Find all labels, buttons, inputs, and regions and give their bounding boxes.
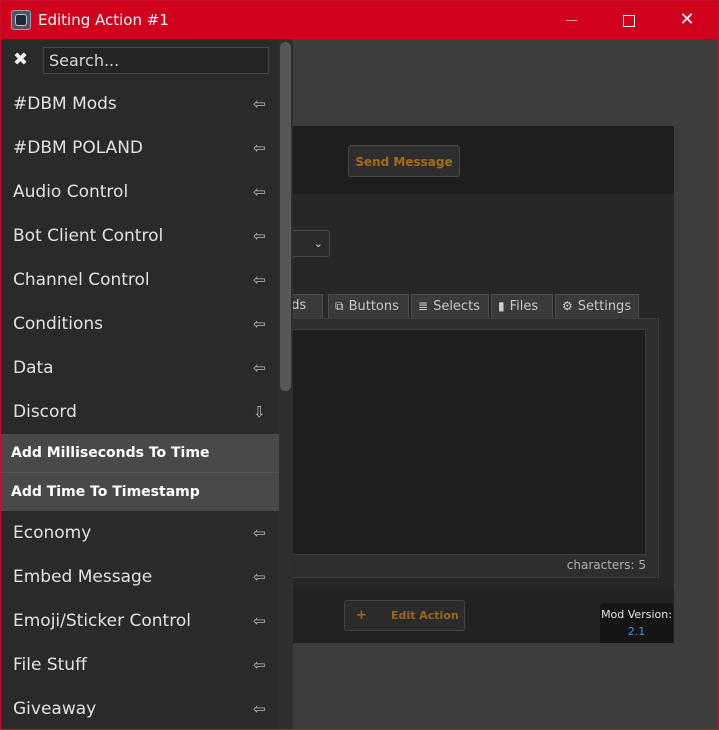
category-file-stuff[interactable]: File Stuff ⇦ (1, 644, 279, 688)
category-embed-message[interactable]: Embed Message ⇦ (1, 556, 279, 600)
category-label: Discord (13, 402, 77, 422)
arrow-left-icon: ⇦ (253, 315, 266, 333)
tab-settings[interactable]: ⚙ Settings (555, 294, 639, 318)
mod-version-label: Mod Version: (601, 608, 672, 621)
minimize-button[interactable] (542, 1, 600, 39)
edit-action-button[interactable]: + Edit Action (344, 600, 465, 631)
action-item-add-time-to-timestamp[interactable]: Add Time To Timestamp (1, 472, 279, 511)
dialog-footer: + Edit Action Mod Version: 2.1 (271, 588, 674, 643)
action-editor-dialog: Send Message ⌄ beds ⧉Buttons ≣Selects ▮F… (271, 126, 674, 643)
gear-icon: ⚙ (562, 299, 573, 313)
tab-label: Settings (577, 299, 632, 314)
arrow-left-icon: ⇦ (253, 359, 266, 377)
category-channel-control[interactable]: Channel Control ⇦ (1, 259, 279, 303)
category-label: Data (13, 358, 54, 378)
sidebar-scrollbar-thumb[interactable] (280, 42, 291, 391)
action-label: Add Time To Timestamp (11, 484, 200, 500)
tab-files[interactable]: ▮ Files (491, 294, 553, 318)
action-item-add-milliseconds[interactable]: Add Milliseconds To Time (1, 434, 279, 472)
category-data[interactable]: Data ⇦ (1, 347, 279, 391)
category-discord[interactable]: Discord ⇩ (1, 391, 279, 435)
category-dbm-mods[interactable]: #DBM Mods ⇦ (1, 83, 279, 127)
search-row: ✖ (1, 39, 279, 83)
character-count: characters: 5 (566, 558, 646, 572)
maximize-icon (623, 14, 635, 27)
send-message-button[interactable]: Send Message (348, 145, 460, 177)
category-label: Economy (13, 523, 92, 543)
category-label: Bot Client Control (13, 226, 164, 246)
app-icon (11, 10, 31, 30)
category-label: #DBM Mods (13, 94, 117, 114)
list-icon: ≣ (418, 299, 429, 313)
category-audio-control[interactable]: Audio Control ⇦ (1, 171, 279, 215)
minimize-icon (565, 20, 577, 21)
dialog-header: Send Message (271, 126, 674, 194)
close-button[interactable]: ✕ (658, 1, 716, 39)
action-label: Add Milliseconds To Time (11, 445, 210, 461)
file-icon: ▮ (498, 299, 505, 313)
message-textarea[interactable] (282, 329, 646, 555)
arrow-left-icon: ⇦ (253, 612, 266, 630)
mod-version-badge: Mod Version: 2.1 (600, 603, 673, 643)
category-giveaway[interactable]: Giveaway ⇦ (1, 688, 279, 729)
category-label: Audio Control (13, 182, 129, 202)
clear-search-icon[interactable]: ✖ (13, 49, 28, 70)
tab-label: Selects (433, 299, 480, 314)
window-title: Editing Action #1 (38, 11, 169, 29)
arrow-left-icon: ⇦ (253, 656, 266, 674)
close-icon: ✕ (679, 9, 695, 30)
action-category-sidebar: ✖ #DBM Mods ⇦ #DBM POLAND ⇦ Audio Control ⇦… (1, 39, 293, 729)
maximize-button[interactable] (600, 1, 658, 39)
category-emoji-sticker-control[interactable]: Emoji/Sticker Control ⇦ (1, 600, 279, 644)
category-conditions[interactable]: Conditions ⇦ (1, 303, 279, 347)
edit-action-label: Edit Action (391, 609, 459, 622)
arrow-left-icon: ⇦ (253, 524, 266, 542)
category-economy[interactable]: Economy ⇦ (1, 512, 279, 556)
category-label: File Stuff (13, 655, 87, 675)
category-bot-client-control[interactable]: Bot Client Control ⇦ (1, 215, 279, 259)
arrow-left-icon: ⇦ (253, 700, 266, 718)
copy-icon: ⧉ (335, 299, 344, 313)
arrow-left-icon: ⇦ (253, 227, 266, 245)
arrow-left-icon: ⇦ (253, 568, 266, 586)
category-label: #DBM POLAND (13, 138, 143, 158)
app-window: Editing Action #1 ✕ Send Message ⌄ beds … (0, 0, 719, 730)
arrow-left-icon: ⇦ (253, 95, 266, 113)
tab-selects[interactable]: ≣ Selects (411, 294, 489, 318)
arrow-down-icon: ⇩ (253, 403, 266, 421)
category-label: Emoji/Sticker Control (13, 611, 191, 631)
mod-version-value: 2.1 (627, 625, 646, 638)
category-label: Embed Message (13, 567, 153, 587)
tab-buttons[interactable]: ⧉ Buttons (328, 294, 409, 318)
message-editor-panel (271, 318, 659, 578)
arrow-left-icon: ⇦ (253, 183, 266, 201)
plus-icon: + (356, 608, 367, 623)
tab-label: Files (509, 299, 539, 314)
arrow-left-icon: ⇦ (253, 271, 266, 289)
arrow-left-icon: ⇦ (253, 139, 266, 157)
search-input[interactable] (43, 47, 269, 74)
category-label: Channel Control (13, 270, 150, 290)
chevron-down-icon: ⌄ (313, 237, 323, 250)
title-bar: Editing Action #1 ✕ (1, 1, 718, 39)
category-label: Conditions (13, 314, 103, 334)
tab-label: Buttons (348, 299, 399, 314)
category-dbm-poland[interactable]: #DBM POLAND ⇦ (1, 127, 279, 171)
category-label: Giveaway (13, 699, 97, 719)
